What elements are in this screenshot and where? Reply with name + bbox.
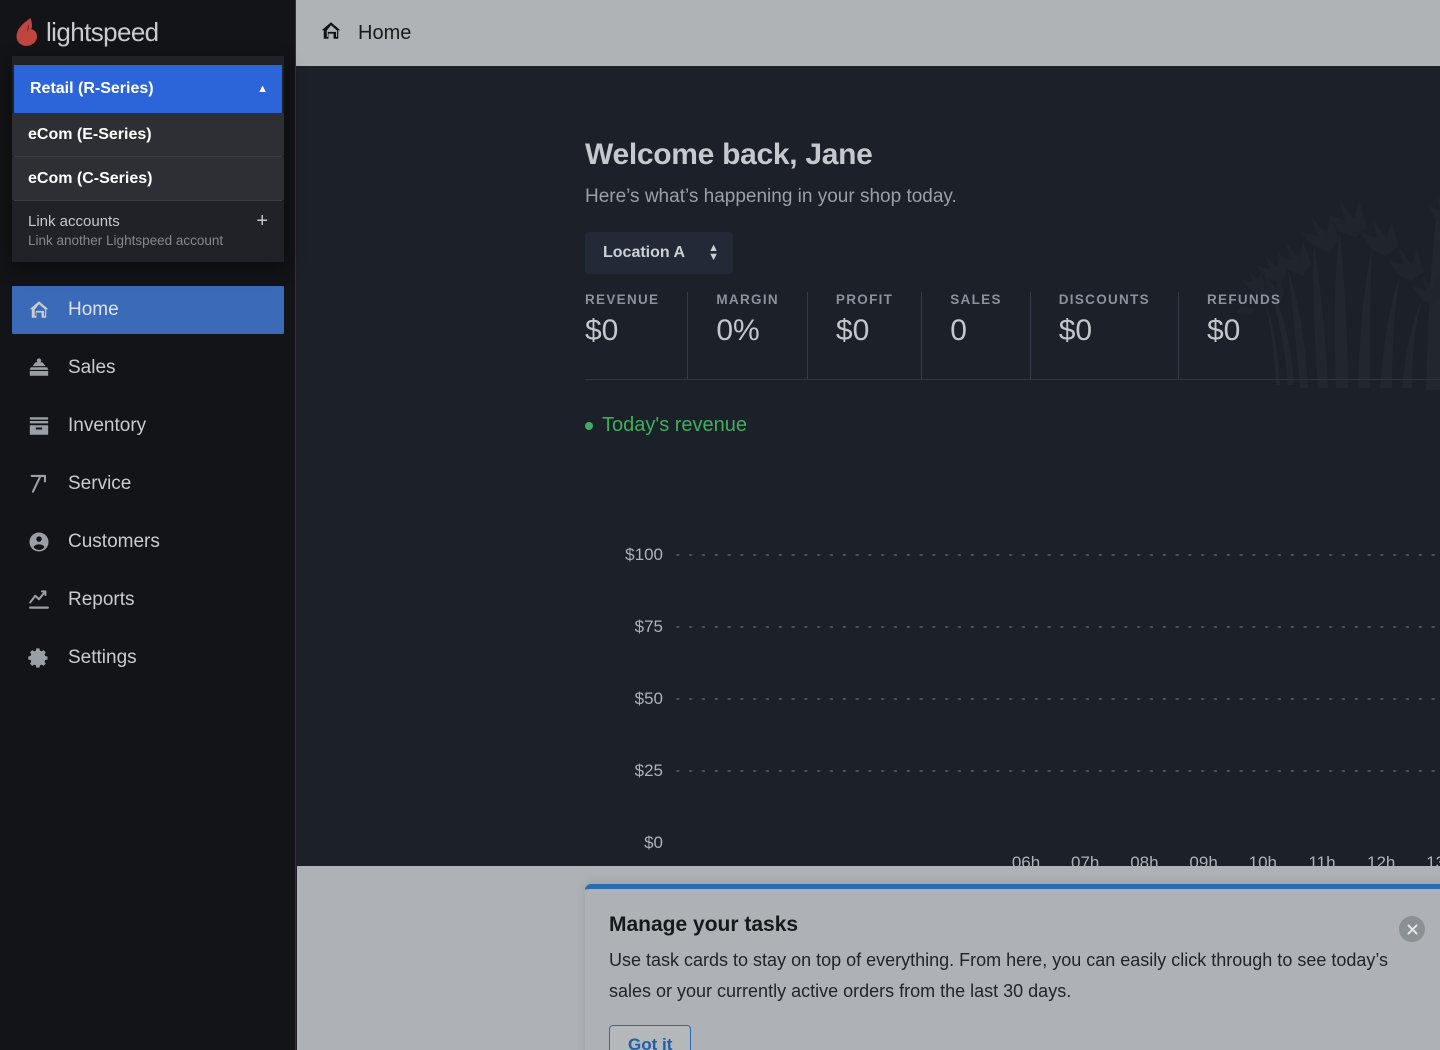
service-icon — [28, 473, 50, 495]
chart-header: Today's revenue May 28, 2024 EST — [585, 414, 1440, 437]
account-option-retail[interactable]: Retail (R-Series) ▲ — [14, 65, 282, 113]
main-content: Welcome back, Jane Here’s what’s happeni… — [297, 66, 1440, 866]
y-axis-tick: $0 — [644, 833, 663, 852]
top-bar: Home — [296, 0, 1440, 66]
kpi-label: DISCOUNTS — [1058, 292, 1150, 307]
sidebar-item-label: Service — [68, 473, 132, 494]
account-option-ecom-e[interactable]: eCom (E-Series) — [12, 113, 284, 156]
task-card-title: Manage your tasks — [609, 913, 799, 936]
sidebar-item-customers[interactable]: Customers — [12, 518, 284, 566]
y-axis-tick: $25 — [634, 761, 663, 780]
welcome-subtitle: Here’s what’s happening in your shop tod… — [585, 186, 957, 207]
home-icon — [320, 20, 342, 47]
revenue-line-chart[interactable]: $0$25$50$75$10006h07h08h09h10h11h12h13hN… — [585, 466, 1440, 866]
kpi-sales: SALES 0 — [921, 292, 1030, 379]
page-title: Home — [358, 21, 412, 44]
sidebar: lightspeed Retail (R-Series) ▲ eCom (E-S… — [0, 0, 296, 1050]
chevron-updown-icon: ▲ ▼ — [708, 242, 719, 263]
kpi-label: REVENUE — [585, 292, 660, 307]
sidebar-item-reports[interactable]: Reports — [12, 576, 284, 624]
sidebar-nav: Home Sales Inventory Service Customers R… — [0, 286, 296, 682]
kpi-value: $0 — [835, 314, 870, 347]
chevron-up-icon: ▲ — [257, 83, 268, 95]
kpi-value: $0 — [1058, 314, 1093, 347]
link-accounts-section[interactable]: Link accounts + Link another Lightspeed … — [12, 201, 284, 262]
kpi-value: 0% — [716, 314, 760, 347]
account-option-label: Retail (R-Series) — [30, 80, 154, 97]
chart-canvas — [676, 554, 1440, 850]
kpi-strip: REVENUE $0 MARGIN 0% PROFIT $0 SALES 0 D… — [585, 292, 1440, 380]
kpi-discounts: DISCOUNTS $0 — [1029, 292, 1178, 379]
sidebar-item-label: Reports — [68, 589, 135, 610]
sidebar-item-label: Sales — [68, 357, 116, 378]
x-axis-tick: 10h — [1248, 853, 1277, 866]
kpi-label: MARGIN — [716, 292, 779, 307]
task-card-tooltip: Manage your tasks Use task cards to stay… — [585, 884, 1440, 1050]
sidebar-item-inventory[interactable]: Inventory — [12, 402, 284, 450]
kpi-profit: PROFIT $0 — [806, 292, 921, 379]
x-axis-tick: 09h — [1189, 853, 1218, 866]
kpi-value: 0 — [950, 314, 967, 347]
brand-logo[interactable]: lightspeed — [0, 0, 295, 64]
close-icon[interactable] — [1399, 916, 1425, 942]
x-axis-tick: 06h — [1011, 853, 1041, 866]
location-select-value: Location A — [603, 244, 686, 261]
x-axis-tick: 11h — [1308, 853, 1336, 866]
reports-icon — [28, 589, 50, 611]
plus-icon[interactable]: + — [256, 211, 268, 231]
kpi-revenue: REVENUE $0 — [585, 292, 687, 379]
inventory-icon — [28, 415, 50, 437]
sidebar-item-sales[interactable]: Sales — [12, 344, 284, 392]
link-accounts-label: Link accounts — [28, 212, 120, 230]
y-axis-tick: $100 — [625, 545, 663, 564]
sidebar-item-home[interactable]: Home — [12, 286, 284, 334]
x-axis-tick: 12h — [1367, 853, 1396, 866]
sidebar-item-label: Settings — [68, 647, 137, 668]
kpi-label: SALES — [950, 292, 1002, 307]
legend-dot-icon — [585, 421, 593, 430]
account-switcher-dropdown[interactable]: Retail (R-Series) ▲ eCom (E-Series) eCom… — [12, 56, 284, 262]
y-axis-tick: $75 — [634, 617, 663, 636]
sidebar-item-label: Inventory — [68, 415, 147, 436]
x-axis-tick: 13h — [1426, 853, 1440, 866]
kpi-value: $0 — [1206, 314, 1241, 347]
chart-legend-label: Today's revenue — [602, 414, 748, 436]
settings-icon — [28, 647, 50, 669]
sidebar-item-service[interactable]: Service — [12, 460, 284, 508]
chart-legend: Today's revenue — [585, 414, 747, 437]
sidebar-item-settings[interactable]: Settings — [12, 634, 284, 682]
sidebar-item-label: Home — [68, 299, 119, 320]
welcome-heading: Welcome back, Jane — [585, 138, 873, 171]
kpi-label: REFUNDS — [1206, 292, 1282, 307]
sales-icon — [28, 357, 50, 379]
x-axis-tick: 08h — [1130, 853, 1159, 866]
account-option-label: eCom (C-Series) — [28, 169, 153, 187]
task-card-body: Use task cards to stay on top of everyth… — [609, 950, 1389, 1001]
location-select[interactable]: Location A ▲ ▼ — [585, 232, 733, 274]
account-option-label: eCom (E-Series) — [28, 125, 152, 143]
customers-icon — [28, 531, 50, 553]
y-axis-tick: $50 — [634, 689, 663, 708]
kpi-label: PROFIT — [835, 292, 894, 307]
kpi-margin: MARGIN 0% — [687, 292, 807, 379]
kpi-refunds: REFUNDS $0 — [1177, 292, 1309, 379]
kpi-value: $0 — [585, 314, 619, 347]
sidebar-item-label: Customers — [68, 531, 160, 552]
link-accounts-subtitle: Link another Lightspeed account — [28, 233, 224, 248]
account-option-ecom-c[interactable]: eCom (C-Series) — [12, 157, 284, 200]
x-axis-tick: 07h — [1071, 853, 1100, 866]
got-it-button[interactable]: Got it — [609, 1024, 692, 1050]
brand-name: lightspeed — [46, 16, 159, 47]
home-icon — [28, 299, 50, 321]
lightspeed-flame-icon — [14, 17, 40, 47]
